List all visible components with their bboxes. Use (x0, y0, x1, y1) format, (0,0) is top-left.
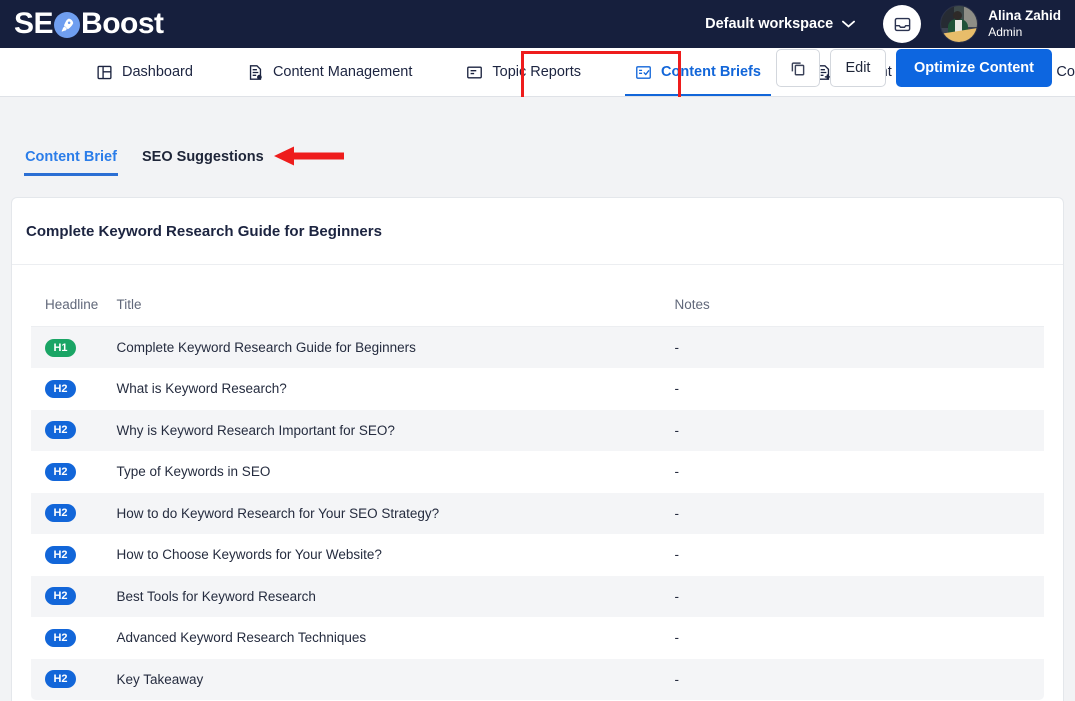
table-row[interactable]: H2 Why is Keyword Research Important for … (31, 410, 1045, 452)
headline-badge: H1 (45, 339, 76, 357)
cell-headline: H2 (31, 659, 117, 701)
workspace-selector[interactable]: Default workspace (705, 16, 855, 32)
optimize-content-button[interactable]: Optimize Content (896, 49, 1052, 87)
cell-title: Advanced Keyword Research Techniques (117, 617, 675, 659)
table-row[interactable]: H1 Complete Keyword Research Guide for Be… (31, 327, 1045, 369)
nav-item-dashboard[interactable]: Dashboard (78, 48, 211, 96)
copy-icon (789, 59, 807, 77)
brand-logo[interactable]: SE Boost (14, 9, 164, 39)
tab-content-brief[interactable]: Content Brief (24, 149, 118, 176)
headline-badge: H2 (45, 380, 76, 398)
avatar[interactable] (940, 5, 978, 43)
tab-label-content-brief: Content Brief (25, 149, 117, 165)
nav-label-dashboard: Dashboard (122, 64, 193, 80)
headline-badge: H2 (45, 463, 76, 481)
user-role: Admin (988, 25, 1061, 40)
cell-title: Best Tools for Keyword Research (117, 576, 675, 618)
app-root: SE Boost Default workspace (0, 0, 1075, 701)
column-header-headline: Headline (31, 283, 117, 327)
cell-notes: - (675, 534, 1045, 576)
table-head: Headline Title Notes (31, 283, 1045, 327)
user-name: Alina Zahid (988, 8, 1061, 25)
nav-item-content-management[interactable]: Content Management (229, 48, 430, 96)
cell-headline: H2 (31, 368, 117, 410)
tab-label-seo-suggestions: SEO Suggestions (142, 149, 264, 165)
cell-title: Why is Keyword Research Important for SE… (117, 410, 675, 452)
content-brief-card: Complete Keyword Research Guide for Begi… (11, 197, 1064, 701)
table-row[interactable]: H2 What is Keyword Research?- (31, 368, 1045, 410)
headline-badge: H2 (45, 587, 76, 605)
document-check-icon (635, 64, 652, 81)
cell-title: How to do Keyword Research for Your SEO … (117, 493, 675, 535)
cell-headline: H2 (31, 493, 117, 535)
rocket-icon (54, 12, 80, 38)
headline-badge: H2 (45, 629, 76, 647)
cell-title: How to Choose Keywords for Your Website? (117, 534, 675, 576)
table-row[interactable]: H2 How to do Keyword Research for Your SE… (31, 493, 1045, 535)
nav-label-content-management: Content Management (273, 64, 412, 80)
table-row[interactable]: H2 Key Takeaway- (31, 659, 1045, 701)
layout-dashboard-icon (96, 64, 113, 81)
cell-title: Type of Keywords in SEO (117, 451, 675, 493)
nav-item-topic-reports[interactable]: Topic Reports (448, 48, 599, 96)
user-info[interactable]: Alina Zahid Admin (988, 8, 1061, 40)
cell-headline: H2 (31, 617, 117, 659)
headline-badge: H2 (45, 421, 76, 439)
cell-title: What is Keyword Research? (117, 368, 675, 410)
nav-label-content-audits: Content Audits (1056, 64, 1075, 80)
table-row[interactable]: H2 How to Choose Keywords for Your Websit… (31, 534, 1045, 576)
cell-title: Key Takeaway (117, 659, 675, 701)
annotation-arrow (258, 144, 344, 168)
brief-table: Headline Title Notes H1 Complete Keyword … (30, 282, 1045, 701)
headline-badge: H2 (45, 546, 76, 564)
cell-headline: H2 (31, 451, 117, 493)
cell-notes: - (675, 410, 1045, 452)
brand-name-part1: SE (14, 9, 53, 39)
table-row[interactable]: H2 Type of Keywords in SEO- (31, 451, 1045, 493)
folder-lines-icon (466, 64, 483, 81)
nav-label-content-briefs: Content Briefs (661, 64, 761, 80)
table-body: H1 Complete Keyword Research Guide for Be… (31, 327, 1045, 701)
edit-label: Edit (845, 60, 870, 76)
inbox-button[interactable] (883, 5, 921, 43)
table-header-row: Headline Title Notes (31, 283, 1045, 327)
column-header-notes: Notes (675, 283, 1045, 327)
cell-notes: - (675, 451, 1045, 493)
inbox-icon (893, 15, 912, 34)
nav-label-topic-reports: Topic Reports (492, 64, 581, 80)
cell-notes: - (675, 327, 1045, 369)
sub-tabs: Content Brief SEO Suggestions (0, 149, 264, 176)
headline-badge: H2 (45, 504, 76, 522)
brand-name-part2: Boost (81, 9, 164, 39)
brief-table-wrapper: Headline Title Notes H1 Complete Keyword … (12, 265, 1063, 701)
cell-notes: - (675, 659, 1045, 701)
sub-header: Content Brief SEO Suggestions Edit Optim… (0, 97, 1075, 176)
workspace-label: Default workspace (705, 16, 833, 32)
cell-headline: H2 (31, 410, 117, 452)
cell-headline: H2 (31, 576, 117, 618)
document-gear-icon (247, 64, 264, 81)
optimize-label: Optimize Content (914, 60, 1034, 76)
table-row[interactable]: H2 Advanced Keyword Research Techniques- (31, 617, 1045, 659)
nav-item-content-briefs[interactable]: Content Briefs (617, 48, 779, 96)
copy-button[interactable] (776, 49, 820, 87)
brief-title: Complete Keyword Research Guide for Begi… (12, 198, 1063, 265)
column-header-title: Title (117, 283, 675, 327)
cell-headline: H2 (31, 534, 117, 576)
table-row[interactable]: H2 Best Tools for Keyword Research- (31, 576, 1045, 618)
cell-notes: - (675, 368, 1045, 410)
top-bar-right: Default workspace Alina Zahid Admin (705, 5, 1061, 43)
headline-badge: H2 (45, 670, 76, 688)
cell-title: Complete Keyword Research Guide for Begi… (117, 327, 675, 369)
action-buttons: Edit Optimize Content (776, 49, 1052, 87)
chevron-down-icon (842, 20, 855, 28)
cell-notes: - (675, 576, 1045, 618)
tab-seo-suggestions[interactable]: SEO Suggestions (142, 149, 264, 176)
cell-notes: - (675, 617, 1045, 659)
cell-notes: - (675, 493, 1045, 535)
cell-headline: H1 (31, 327, 117, 369)
top-bar: SE Boost Default workspace (0, 0, 1075, 48)
edit-button[interactable]: Edit (830, 49, 886, 87)
